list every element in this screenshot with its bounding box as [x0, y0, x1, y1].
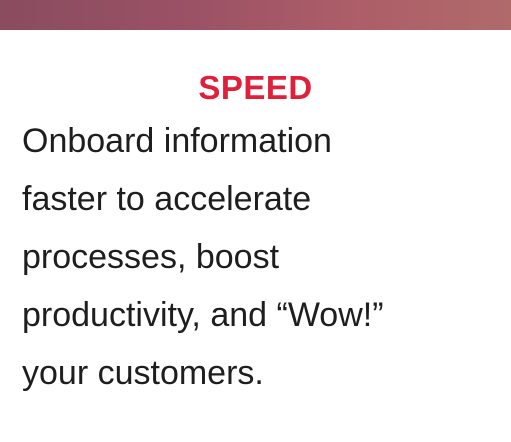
feature-card: SPEED Onboard information faster to acce… — [0, 30, 511, 442]
description-line: faster to accelerate — [22, 180, 312, 218]
description-line: processes, boost — [22, 238, 280, 276]
feature-heading: SPEED — [198, 69, 313, 106]
description-line: Onboard information — [22, 122, 332, 160]
hero-image-banner — [0, 0, 511, 30]
description-line: productivity, and “Wow!” — [22, 296, 384, 334]
description-line: your customers. — [22, 354, 264, 392]
feature-description: Onboard information faster to accelerate… — [22, 112, 502, 402]
